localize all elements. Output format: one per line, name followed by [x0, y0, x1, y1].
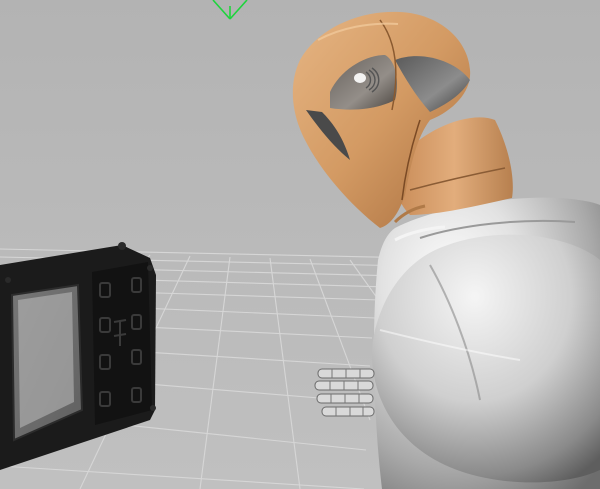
- scene-canvas[interactable]: [0, 0, 600, 489]
- robot-hand[interactable]: [314, 368, 375, 417]
- 3d-viewport[interactable]: [0, 0, 600, 489]
- frame-panel[interactable]: [0, 242, 156, 470]
- orientation-gizmo-icon[interactable]: [212, 0, 248, 20]
